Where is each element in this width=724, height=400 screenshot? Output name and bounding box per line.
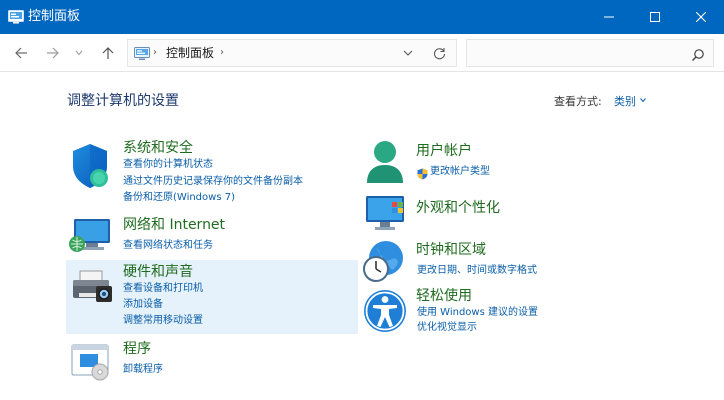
user-icon[interactable] <box>364 139 406 187</box>
title-bar: 控制面板 <box>0 0 724 34</box>
window-title: 控制面板 <box>28 9 81 24</box>
user-accounts-title[interactable]: 用户帐户 <box>416 142 472 160</box>
uac-shield-icon <box>417 165 428 180</box>
refresh-icon <box>433 47 445 59</box>
view-by-label: 查看方式: <box>554 95 602 108</box>
category-clock-region: 时钟和区域 更改日期、时间或数字格式 <box>360 240 660 284</box>
system-security-title[interactable]: 系统和安全 <box>123 139 193 157</box>
category-programs: 程序 卸载程序 <box>66 338 358 382</box>
search-input[interactable] <box>466 39 714 67</box>
maximize-icon <box>650 12 660 22</box>
address-history-button[interactable] <box>400 45 416 61</box>
arrow-left-icon <box>15 47 27 59</box>
user-accounts-link-1[interactable]: 更改帐户类型 <box>430 165 490 178</box>
control-panel-icon <box>134 46 150 60</box>
category-user-accounts: 用户帐户 更改帐户类型 <box>360 136 660 188</box>
hardware-link-3[interactable]: 调整常用移动设置 <box>123 314 203 327</box>
clock-globe-icon[interactable] <box>362 240 408 284</box>
accessibility-icon[interactable] <box>362 288 408 334</box>
hardware-link-1[interactable]: 查看设备和打印机 <box>123 282 203 295</box>
up-button[interactable] <box>97 42 119 64</box>
recent-locations-button[interactable] <box>68 42 90 64</box>
chevron-down-icon <box>403 50 413 56</box>
category-appearance: 外观和个性化 <box>360 192 660 236</box>
breadcrumb-separator-icon[interactable]: › <box>153 47 157 59</box>
shield-icon[interactable] <box>70 142 110 190</box>
hardware-link-2[interactable]: 添加设备 <box>123 298 163 311</box>
category-hardware: 硬件和声音 查看设备和打印机 添加设备 调整常用移动设置 <box>66 260 358 334</box>
maximize-button[interactable] <box>632 0 678 34</box>
programs-link-1[interactable]: 卸载程序 <box>123 363 163 376</box>
appearance-title[interactable]: 外观和个性化 <box>416 199 500 217</box>
category-ease-of-access: 轻松使用 使用 Windows 建议的设置 优化视觉显示 <box>360 286 660 338</box>
system-security-link-1[interactable]: 查看你的计算机状态 <box>123 158 213 171</box>
minimize-icon <box>604 16 614 18</box>
chevron-down-icon <box>75 50 83 56</box>
view-by-chevron-icon[interactable] <box>640 97 646 103</box>
close-icon <box>696 12 706 22</box>
network-link-1[interactable]: 查看网络状态和任务 <box>123 239 213 252</box>
breadcrumb-chevron-icon[interactable]: › <box>220 47 224 59</box>
close-button[interactable] <box>678 0 724 34</box>
forward-button[interactable] <box>42 42 64 64</box>
address-bar[interactable]: › 控制面板 › <box>127 39 457 67</box>
minimize-button[interactable] <box>586 0 632 34</box>
printer-icon[interactable] <box>70 268 114 308</box>
category-network: 网络和 Internet 查看网络状态和任务 <box>66 212 358 256</box>
category-system-security: 系统和安全 查看你的计算机状态 通过文件历史记录保存你的文件备份副本 备份和还原… <box>66 136 358 206</box>
programs-icon[interactable] <box>70 342 112 382</box>
ease-of-access-link-1[interactable]: 使用 Windows 建议的设置 <box>417 306 538 319</box>
search-icon[interactable] <box>691 47 705 61</box>
arrow-up-icon <box>102 47 114 59</box>
view-by-dropdown[interactable]: 类别 <box>614 95 636 109</box>
ease-of-access-link-2[interactable]: 优化视觉显示 <box>417 321 477 334</box>
ease-of-access-title[interactable]: 轻松使用 <box>416 287 472 305</box>
clock-region-title[interactable]: 时钟和区域 <box>416 241 486 259</box>
back-button[interactable] <box>10 42 32 64</box>
network-icon[interactable] <box>68 216 114 256</box>
arrow-right-icon <box>47 47 59 59</box>
page-heading: 调整计算机的设置 <box>67 93 179 109</box>
navigation-bar: › 控制面板 › <box>0 34 724 72</box>
network-title[interactable]: 网络和 Internet <box>123 216 225 234</box>
breadcrumb-control-panel[interactable]: 控制面板 <box>166 45 214 61</box>
appearance-icon[interactable] <box>364 194 410 234</box>
system-security-link-3[interactable]: 备份和还原(Windows 7) <box>123 191 235 204</box>
control-panel-app-icon <box>8 9 24 24</box>
clock-region-link-1[interactable]: 更改日期、时间或数字格式 <box>417 264 537 277</box>
hardware-title[interactable]: 硬件和声音 <box>123 263 193 281</box>
programs-title[interactable]: 程序 <box>123 340 151 358</box>
system-security-link-2[interactable]: 通过文件历史记录保存你的文件备份副本 <box>123 175 303 188</box>
refresh-button[interactable] <box>430 45 448 61</box>
